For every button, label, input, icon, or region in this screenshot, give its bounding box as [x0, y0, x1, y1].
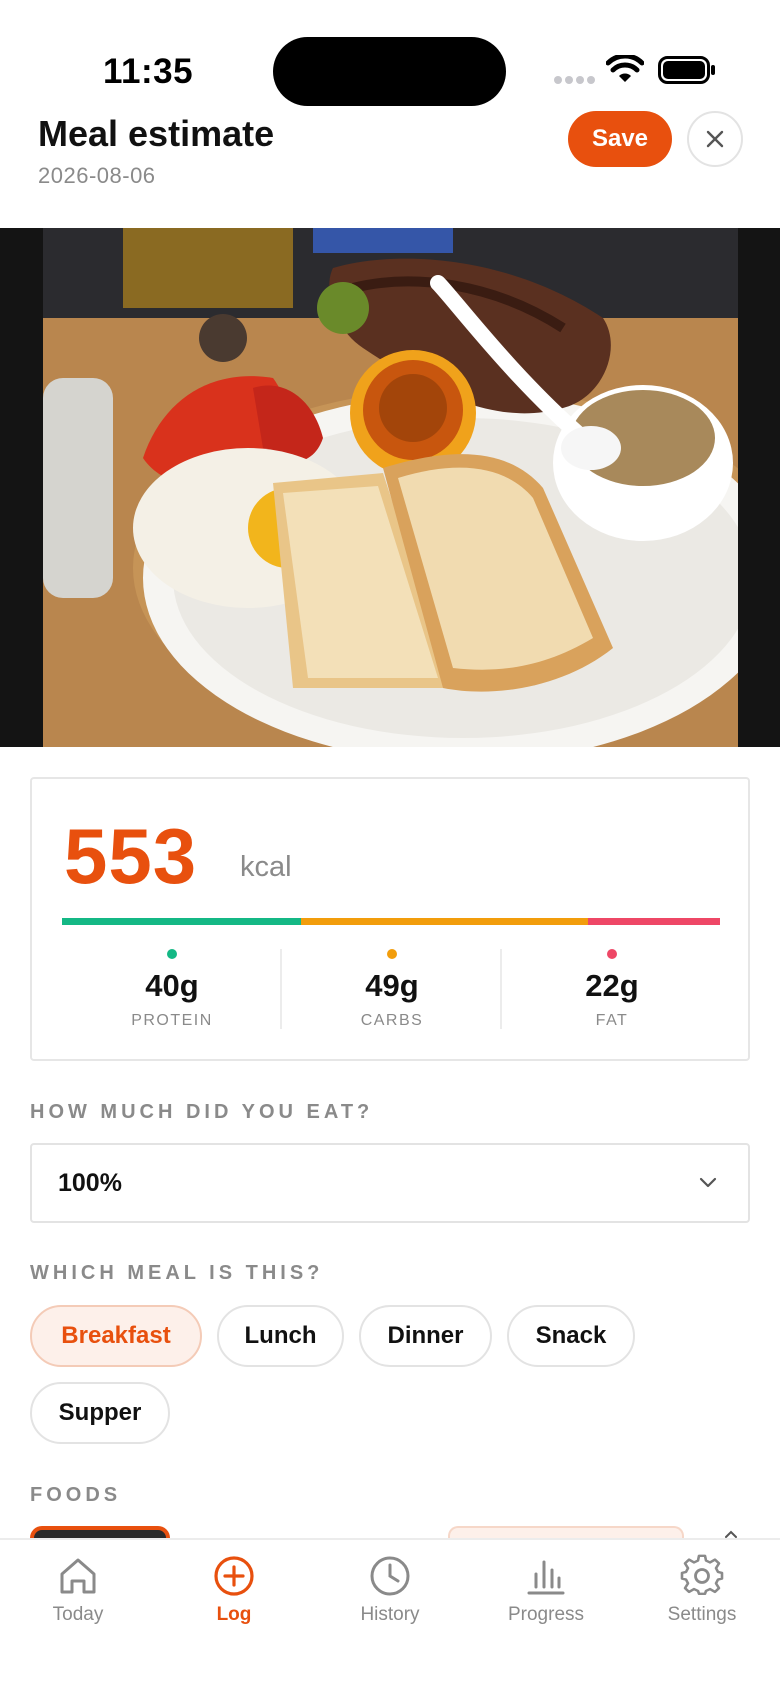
tab-settings[interactable]: Settings [624, 1554, 780, 1626]
nutrition-summary-card: 553 kcal 40g PROTEIN 49g CARBS 22g FAT [30, 777, 750, 1061]
clock-icon [370, 1556, 410, 1596]
meal-chip-dinner[interactable]: Dinner [359, 1305, 492, 1367]
macro-carbs: 49g CARBS [282, 949, 502, 1030]
calorie-unit: kcal [240, 851, 292, 883]
tab-progress[interactable]: Progress [468, 1554, 624, 1626]
close-button[interactable] [687, 111, 743, 167]
tab-label: Log [216, 1604, 252, 1625]
macro-split-bar [62, 918, 720, 925]
carbs-label: CARBS [360, 1012, 424, 1029]
portion-section-label: HOW MUCH DID YOU EAT? [30, 1101, 374, 1123]
gear-icon [680, 1554, 724, 1596]
tab-label: History [360, 1604, 420, 1625]
tab-log[interactable]: Log [156, 1554, 312, 1626]
meal-chip-snack[interactable]: Snack [507, 1305, 635, 1367]
dynamic-island [273, 37, 506, 106]
wifi-icon [606, 55, 644, 82]
status-bar: 11:35 [0, 0, 780, 110]
plus-circle-icon [214, 1556, 254, 1596]
meal-date: 2026-08-06 [38, 163, 156, 188]
meal-chip-supper[interactable]: Supper [30, 1382, 170, 1444]
meal-chip-breakfast[interactable]: Breakfast [30, 1305, 202, 1367]
protein-dot [167, 949, 177, 959]
tab-today[interactable]: Today [0, 1554, 156, 1626]
calorie-total: 553 [64, 812, 198, 900]
cellular-signal-icon [554, 76, 596, 84]
home-icon [60, 1558, 96, 1594]
protein-label: PROTEIN [131, 1012, 213, 1029]
portion-selected-value: 100% [58, 1169, 122, 1197]
close-icon [706, 130, 724, 148]
tab-label: Settings [667, 1604, 737, 1625]
meal-chip-lunch[interactable]: Lunch [217, 1305, 344, 1367]
fat-value: 22g [585, 968, 639, 1003]
battery-icon [658, 56, 715, 84]
carbs-value: 49g [365, 968, 419, 1003]
status-time: 11:35 [103, 52, 194, 91]
macro-bar-fat [588, 918, 720, 925]
chevron-up-icon[interactable] [724, 1530, 738, 1538]
save-button[interactable]: Save [568, 111, 672, 167]
fat-label: FAT [595, 1012, 629, 1029]
macro-bar-carbs [300, 918, 589, 925]
tab-label: Today [52, 1604, 104, 1625]
macro-protein: 40g PROTEIN [62, 949, 282, 1030]
macro-bar-protein [62, 918, 301, 925]
tab-history[interactable]: History [312, 1554, 468, 1626]
macro-fat: 22g FAT [502, 949, 722, 1030]
meal-photo-image [43, 228, 738, 747]
meal-section-label: WHICH MEAL IS THIS? [30, 1262, 324, 1284]
tab-label: Progress [507, 1604, 585, 1625]
protein-value: 40g [145, 968, 199, 1003]
bar-chart-icon [527, 1560, 565, 1595]
carbs-dot [387, 949, 397, 959]
page-title: Meal estimate [38, 113, 275, 154]
chevron-down-icon [699, 1177, 717, 1188]
portion-select[interactable]: 100% [30, 1143, 750, 1223]
foods-section-label: FOODS [30, 1484, 122, 1506]
fat-dot [607, 949, 617, 959]
bottom-tab-bar: Today Log History Progress Settings [0, 1538, 780, 1691]
meal-photo [0, 228, 780, 747]
